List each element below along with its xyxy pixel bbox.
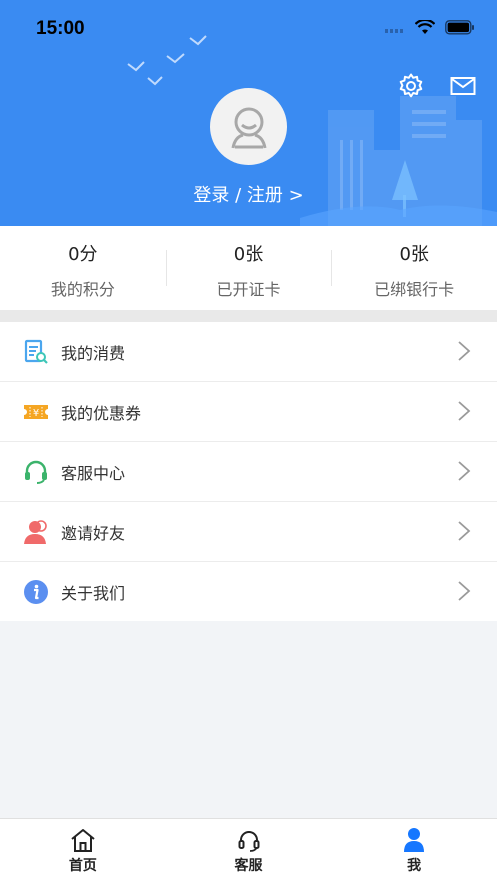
- menu-item-invite-friends[interactable]: 邀请好友: [0, 502, 497, 562]
- profile-header: 15:00 登录 / 注册 >: [0, 0, 497, 226]
- bottom-tab-bar: 首页 客服 我: [0, 818, 497, 884]
- status-bar: 15:00: [0, 0, 497, 58]
- stat-points[interactable]: 0分 我的积分: [0, 226, 166, 310]
- menu-item-label: 我的优惠券: [61, 403, 142, 423]
- svg-text:¥: ¥: [33, 408, 39, 419]
- status-time: 15:00: [36, 18, 85, 39]
- menu-item-customer-service[interactable]: 客服中心: [0, 442, 497, 502]
- headset-icon: [238, 831, 259, 852]
- headset-icon: [23, 459, 49, 485]
- menu-list: 我的消费 ¥ 我的优惠券 客服中心 邀请好友 关于我们: [0, 322, 497, 621]
- wifi-icon: [415, 20, 435, 34]
- chevron-right-icon: [458, 581, 471, 601]
- invite-user-icon: [23, 519, 49, 545]
- coupon-icon: ¥: [23, 399, 49, 425]
- stat-label: 已开证卡: [216, 280, 281, 299]
- tab-customer-service[interactable]: 客服: [166, 819, 332, 884]
- tab-label: 我: [407, 858, 422, 874]
- chevron-right-icon: [458, 461, 471, 481]
- message-envelope-icon[interactable]: [449, 72, 477, 100]
- stat-value: 0张: [233, 244, 264, 265]
- user-avatar[interactable]: [210, 88, 287, 165]
- stat-cards-issued[interactable]: 0张 已开证卡: [165, 226, 332, 310]
- stat-bank-cards[interactable]: 0张 已绑银行卡: [331, 226, 497, 310]
- menu-item-label: 邀请好友: [61, 523, 126, 543]
- menu-item-my-coupons[interactable]: ¥ 我的优惠券: [0, 382, 497, 442]
- stat-label: 我的积分: [50, 280, 115, 299]
- section-divider: [0, 310, 497, 322]
- login-register-link[interactable]: 登录 / 注册 >: [0, 181, 497, 207]
- chevron-right-icon: [458, 341, 471, 361]
- home-icon: [71, 829, 95, 852]
- menu-item-label: 关于我们: [61, 583, 126, 603]
- stat-value: 0张: [399, 244, 429, 265]
- tab-label: 首页: [68, 858, 97, 874]
- menu-item-label: 我的消费: [61, 343, 126, 363]
- receipt-icon: [23, 339, 49, 365]
- stat-value: 0分: [68, 244, 98, 265]
- settings-gear-icon[interactable]: [397, 72, 425, 100]
- stats-panel: 0分 我的积分 0张 已开证卡 0张 已绑银行卡: [0, 226, 497, 310]
- tab-label: 客服: [234, 858, 263, 874]
- menu-item-about-us[interactable]: 关于我们: [0, 562, 497, 621]
- chevron-right-icon: [458, 521, 471, 541]
- info-icon: [23, 579, 49, 605]
- signal-icon: [385, 28, 403, 33]
- default-avatar-icon: [231, 107, 266, 148]
- tab-me[interactable]: 我: [331, 819, 497, 884]
- menu-item-label: 客服中心: [61, 463, 126, 483]
- tab-home[interactable]: 首页: [0, 819, 166, 884]
- stat-label: 已绑银行卡: [374, 280, 455, 299]
- menu-item-my-consumption[interactable]: 我的消费: [0, 322, 497, 382]
- person-icon: [404, 828, 425, 852]
- battery-icon: [445, 20, 474, 35]
- chevron-right-icon: [458, 401, 471, 421]
